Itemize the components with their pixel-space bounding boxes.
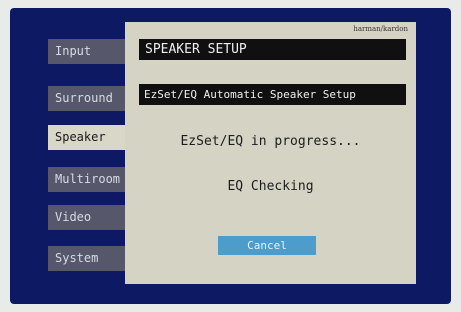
dialog-title: SPEAKER SETUP (139, 39, 406, 60)
cancel-button[interactable]: Cancel (218, 236, 316, 255)
brand-logo: harman/kardon (353, 25, 408, 33)
tv-screen: Input Surround Speaker Multiroom Video S… (10, 8, 451, 304)
status-text: EQ Checking (227, 179, 314, 194)
speaker-setup-dialog: harman/kardon SPEAKER SETUP EzSet/EQ Aut… (125, 22, 416, 284)
dialog-subtitle: EzSet/EQ Automatic Speaker Setup (139, 84, 406, 105)
progress-text: EzSet/EQ in progress... (180, 134, 361, 149)
